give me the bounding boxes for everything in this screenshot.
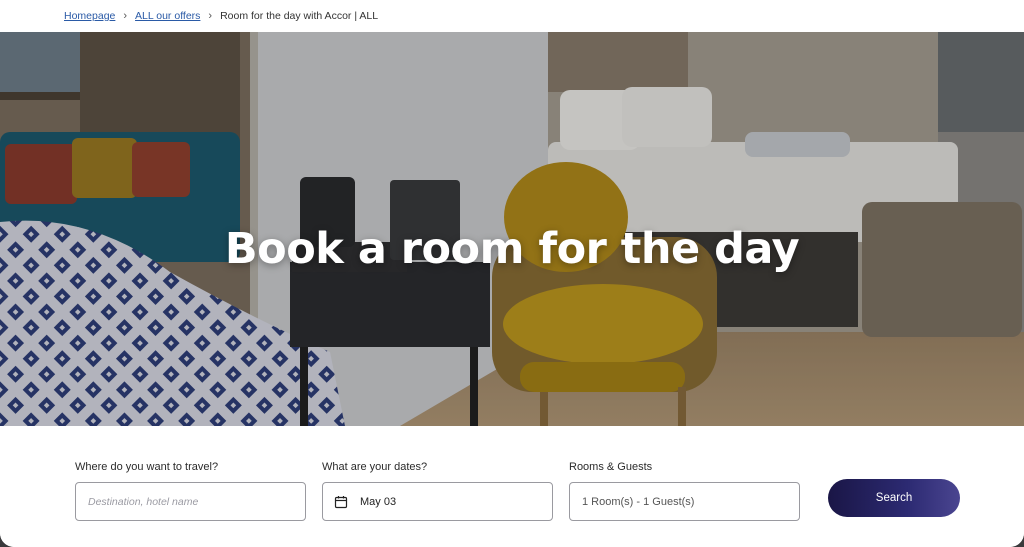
hero-banner: Book a room for the day	[0, 32, 1024, 426]
rooms-guests-value: 1 Room(s) - 1 Guest(s)	[582, 495, 695, 508]
breadcrumb-current: Room for the day with Accor | ALL	[220, 10, 379, 22]
breadcrumb: Homepage › ALL our offers › Room for the…	[0, 0, 1024, 32]
dates-field[interactable]: May 03	[322, 482, 553, 521]
page: Homepage › ALL our offers › Room for the…	[0, 0, 1024, 547]
hero-title: Book a room for the day	[224, 224, 800, 274]
dates-value: May 03	[360, 495, 397, 508]
breadcrumb-link-all-offers[interactable]: ALL our offers	[135, 10, 200, 22]
rooms-guests-label: Rooms & Guests	[569, 461, 653, 473]
dates-label: What are your dates?	[322, 461, 428, 473]
rooms-guests-field[interactable]: 1 Room(s) - 1 Guest(s)	[569, 482, 800, 521]
search-form: Where do you want to travel? What are yo…	[0, 426, 1024, 547]
calendar-icon	[334, 495, 348, 509]
destination-input[interactable]	[76, 483, 305, 520]
search-button[interactable]: Search	[828, 479, 960, 517]
chevron-right-icon: ›	[208, 10, 213, 22]
destination-field[interactable]	[75, 482, 306, 521]
chevron-right-icon: ›	[123, 10, 128, 22]
destination-label: Where do you want to travel?	[75, 461, 219, 473]
breadcrumb-link-homepage[interactable]: Homepage	[64, 10, 115, 22]
